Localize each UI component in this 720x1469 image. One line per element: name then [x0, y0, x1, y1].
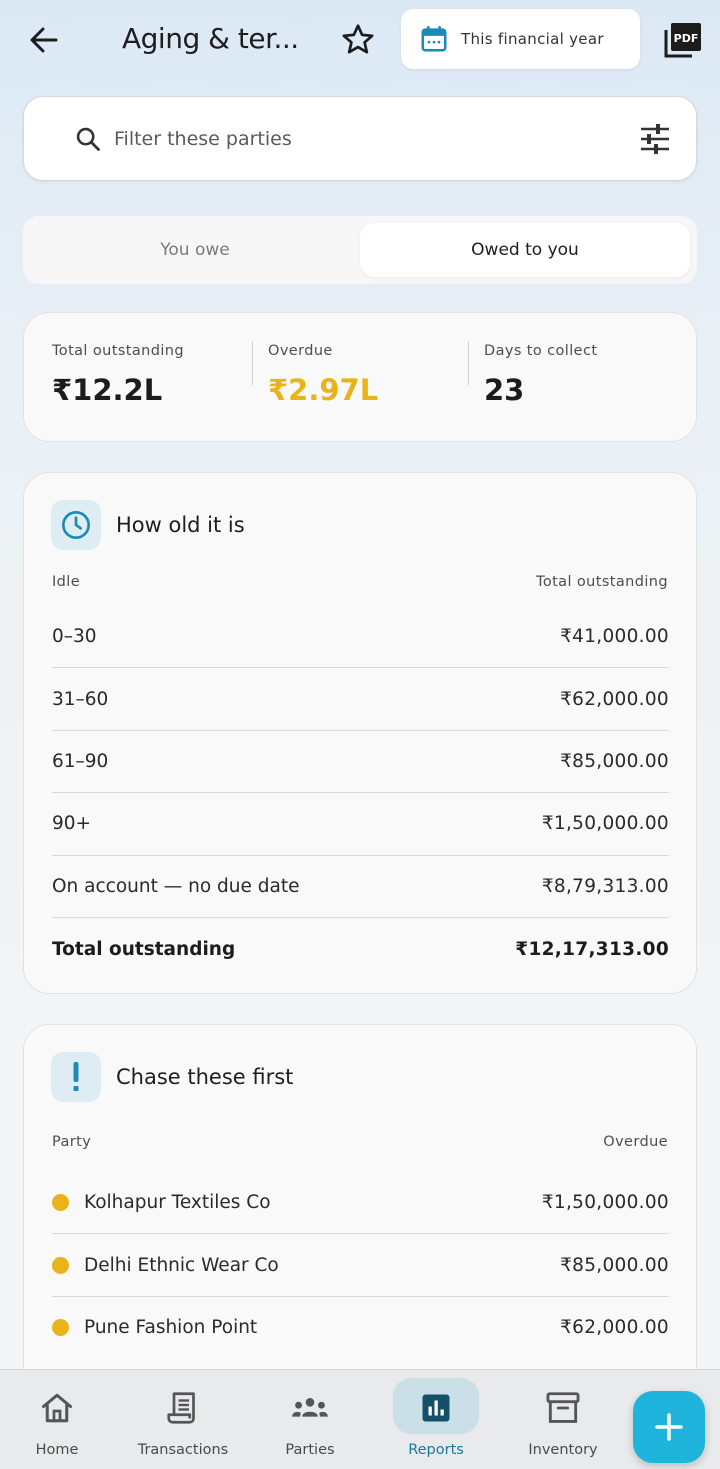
- nav-transactions[interactable]: Transactions: [120, 1370, 246, 1469]
- bucket-label: On account — no due date: [52, 875, 300, 897]
- party-cell: Delhi Ethnic Wear Co: [52, 1255, 279, 1276]
- app-header: Aging & ter... This financial year PDF: [0, 0, 720, 82]
- total-amount: ₹12,17,313.00: [515, 938, 669, 960]
- search-input[interactable]: [114, 117, 614, 161]
- nav-label: Transactions: [137, 1442, 229, 1458]
- overdue-amount: ₹85,000.00: [560, 1254, 669, 1276]
- page-title: Aging & ter...: [122, 22, 299, 55]
- filter-sliders-icon[interactable]: [638, 123, 672, 155]
- bar-chart-icon: [422, 1394, 450, 1422]
- people-icon: [292, 1398, 328, 1417]
- home-icon: [42, 1393, 72, 1423]
- stat-total-outstanding: Total outstanding ₹12.2L: [52, 343, 184, 407]
- calendar-icon: [421, 25, 447, 52]
- bucket-amount: ₹1,50,000.00: [541, 813, 669, 835]
- bucket-label: 31–60: [52, 688, 109, 710]
- bucket-label: 61–90: [52, 750, 109, 772]
- bottom-navigation: Home Transactions Parties Reports Invent…: [0, 1369, 720, 1469]
- toggle-you-owe[interactable]: You owe: [30, 223, 360, 277]
- bucket-label: 0–30: [52, 626, 97, 648]
- divider: [468, 341, 469, 385]
- table-row[interactable]: 0–30 ₹41,000.00: [52, 606, 669, 669]
- overdue-amount: ₹1,50,000.00: [541, 1192, 669, 1214]
- pdf-icon: PDF: [664, 23, 701, 58]
- list-item[interactable]: Kolhapur Textiles Co ₹1,50,000.00: [52, 1172, 669, 1235]
- stat-label: Overdue: [268, 343, 333, 359]
- total-label: Total outstanding: [52, 938, 236, 960]
- aging-card: How old it is Idle Total outstanding 0–3…: [23, 472, 697, 994]
- search-icon: [76, 127, 100, 151]
- period-selector[interactable]: This financial year: [401, 9, 640, 69]
- nav-home[interactable]: Home: [0, 1370, 120, 1469]
- status-dot: [52, 1319, 69, 1337]
- table-row[interactable]: 90+ ₹1,50,000.00: [52, 793, 669, 856]
- bucket-amount: ₹8,79,313.00: [541, 875, 669, 897]
- card-icon-badge: [51, 500, 101, 550]
- summary-card: Total outstanding ₹12.2L Overdue ₹2.97L …: [23, 312, 697, 442]
- back-button[interactable]: [24, 20, 64, 60]
- column-header-overdue: Overdue: [603, 1134, 668, 1150]
- nav-parties[interactable]: Parties: [247, 1370, 373, 1469]
- bucket-amount: ₹62,000.00: [560, 688, 669, 710]
- star-icon: [342, 24, 374, 54]
- nav-label: Parties: [285, 1442, 335, 1458]
- table-row[interactable]: On account — no due date ₹8,79,313.00: [52, 856, 669, 918]
- party-name: Kolhapur Textiles Co: [84, 1192, 271, 1214]
- exclamation-icon: [73, 1062, 79, 1091]
- stat-days-to-collect: Days to collect 23: [484, 343, 597, 407]
- stat-overdue: Overdue ₹2.97L: [268, 343, 378, 407]
- overdue-amount: ₹62,000.00: [560, 1317, 669, 1339]
- nav-label: Reports: [408, 1442, 464, 1458]
- pdf-export-button[interactable]: PDF: [662, 20, 704, 60]
- plus-icon: [655, 1413, 683, 1441]
- bucket-amount: ₹85,000.00: [560, 750, 669, 772]
- stat-label: Days to collect: [484, 343, 598, 359]
- aging-rows: 0–30 ₹41,000.00 31–60 ₹62,000.00 61–90 ₹…: [52, 606, 669, 980]
- divider: [252, 341, 253, 385]
- archive-icon: [546, 1392, 580, 1423]
- column-header-total: Total outstanding: [536, 574, 668, 590]
- column-header-idle: Idle: [52, 574, 81, 590]
- nav-reports[interactable]: Reports: [373, 1370, 499, 1469]
- party-cell: Kolhapur Textiles Co: [52, 1192, 271, 1213]
- stat-value: 23: [484, 373, 525, 407]
- bucket-amount: ₹41,000.00: [560, 626, 669, 648]
- favorite-button[interactable]: [336, 18, 380, 62]
- stat-value: ₹12.2L: [52, 373, 163, 407]
- column-header-party: Party: [52, 1134, 92, 1150]
- card-title: Chase these first: [116, 1065, 294, 1089]
- search-bar: [23, 96, 697, 181]
- status-dot: [52, 1194, 69, 1212]
- table-row[interactable]: 31–60 ₹62,000.00: [52, 668, 669, 731]
- chase-rows: Kolhapur Textiles Co ₹1,50,000.00 Delhi …: [52, 1172, 669, 1359]
- receipt-icon: [167, 1392, 195, 1424]
- card-icon-badge: [51, 1052, 101, 1102]
- arrow-left-icon: [30, 27, 58, 53]
- status-dot: [52, 1256, 69, 1274]
- total-row: Total outstanding ₹12,17,313.00: [52, 918, 669, 980]
- party-cell: Pune Fashion Point: [52, 1317, 257, 1338]
- toggle-owed-to-you[interactable]: Owed to you: [360, 223, 690, 277]
- nav-label: Inventory: [528, 1442, 598, 1458]
- party-name: Delhi Ethnic Wear Co: [84, 1254, 279, 1276]
- chase-card: Chase these first Party Overdue Kolhapur…: [23, 1024, 697, 1404]
- bucket-label: 90+: [52, 813, 92, 835]
- nav-label: Home: [35, 1442, 79, 1458]
- direction-toggle: You owe Owed to you: [23, 216, 697, 284]
- card-title: How old it is: [116, 513, 245, 537]
- nav-inventory[interactable]: Inventory: [500, 1370, 626, 1469]
- svg-text:PDF: PDF: [674, 32, 699, 45]
- period-label: This financial year: [461, 30, 604, 48]
- party-name: Pune Fashion Point: [84, 1317, 258, 1339]
- table-row[interactable]: 61–90 ₹85,000.00: [52, 731, 669, 794]
- list-item[interactable]: Pune Fashion Point ₹62,000.00: [52, 1297, 669, 1359]
- list-item[interactable]: Delhi Ethnic Wear Co ₹85,000.00: [52, 1234, 669, 1297]
- stat-value: ₹2.97L: [268, 373, 379, 407]
- add-fab-button[interactable]: [633, 1391, 705, 1463]
- clock-icon: [62, 511, 90, 539]
- stat-label: Total outstanding: [52, 343, 184, 359]
